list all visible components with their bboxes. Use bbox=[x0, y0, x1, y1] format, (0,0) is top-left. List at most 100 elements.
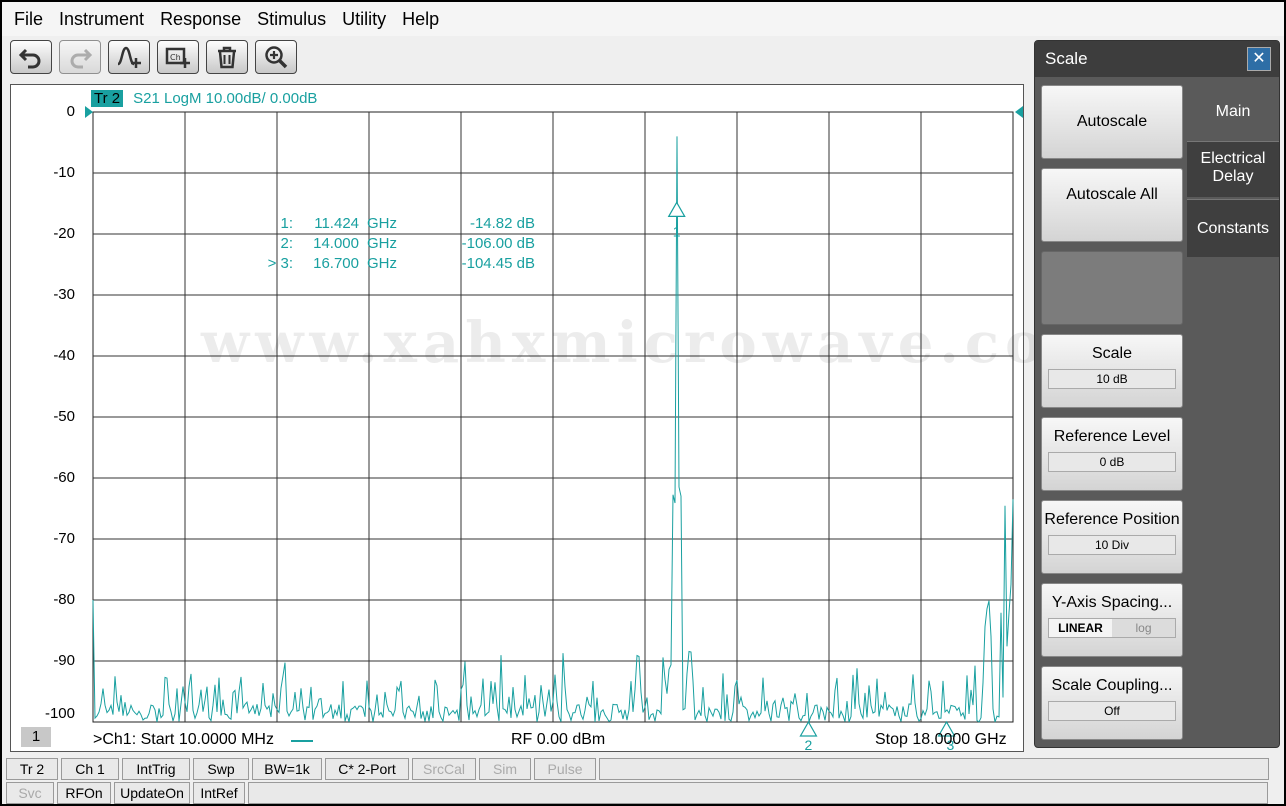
tab-electrical-delay[interactable]: Electrical Delay bbox=[1187, 141, 1279, 197]
marker-readout-table: 1: 11.424 GHz -14.82 dB 2: 14.000 GHz -106.00 d… bbox=[251, 213, 535, 273]
marker-add-icon bbox=[117, 46, 141, 68]
linear-option[interactable]: LINEAR bbox=[1049, 619, 1112, 637]
menu-bar: File Instrument Response Stimulus Utilit… bbox=[2, 2, 1284, 36]
trace-title[interactable]: Tr 2 S21 LogM 10.00dB/ 0.00dB bbox=[91, 90, 317, 107]
menu-utility[interactable]: Utility bbox=[334, 2, 394, 36]
add-marker-button[interactable] bbox=[108, 40, 150, 74]
close-icon[interactable]: ✕ bbox=[1247, 47, 1271, 71]
measurement-plot[interactable]: 123 Tr 2 S21 LogM 10.00dB/ 0.00dB 0 -10 -2… bbox=[10, 84, 1108, 752]
marker-frequency: 16.700 bbox=[313, 254, 359, 272]
delete-button[interactable] bbox=[206, 40, 248, 74]
marker-readout-row[interactable]: 2: 14.000 GHz -106.00 dB bbox=[251, 233, 535, 253]
marker-frequency: 11.424 bbox=[314, 214, 359, 232]
y-tick-label: -50 bbox=[53, 408, 75, 425]
marker-value: -14.82 dB bbox=[469, 214, 535, 232]
autoscale-button[interactable]: Autoscale bbox=[1041, 85, 1183, 159]
menu-help[interactable]: Help bbox=[394, 2, 447, 36]
y-tick-label: 0 bbox=[66, 103, 75, 120]
y-tick-label: -80 bbox=[53, 591, 75, 608]
rf-power[interactable]: RF 0.00 dBm bbox=[511, 731, 605, 749]
scale-button[interactable]: Scale 10 dB bbox=[1041, 334, 1183, 408]
reference-level-value[interactable]: 0 dB bbox=[1048, 452, 1176, 472]
log-option[interactable]: log bbox=[1112, 619, 1175, 637]
scale-coupling-button[interactable]: Scale Coupling... Off bbox=[1041, 666, 1183, 740]
blank-softkey[interactable] bbox=[1041, 251, 1183, 325]
status-sim[interactable]: Sim bbox=[479, 758, 531, 780]
marker-value: -106.00 dB bbox=[461, 234, 535, 252]
autoscale-all-button[interactable]: Autoscale All bbox=[1041, 168, 1183, 242]
y-tick-label: -30 bbox=[53, 286, 75, 303]
marker-unit: GHz bbox=[367, 214, 397, 232]
reference-position-value[interactable]: 10 Div bbox=[1048, 535, 1176, 555]
status-pulse[interactable]: Pulse bbox=[534, 758, 596, 780]
scale-coupling-value[interactable]: Off bbox=[1048, 701, 1176, 721]
trace-legend-line bbox=[291, 740, 313, 742]
undo-icon bbox=[18, 48, 41, 69]
reference-position-label: Reference Position bbox=[1044, 511, 1180, 528]
status-bw-1k[interactable]: BW=1k bbox=[252, 758, 322, 780]
status-updateon[interactable]: UpdateOn bbox=[114, 782, 190, 804]
y-axis-spacing-label: Y-Axis Spacing... bbox=[1051, 594, 1173, 611]
tab-main[interactable]: Main bbox=[1187, 85, 1279, 139]
y-tick-label: -90 bbox=[53, 652, 75, 669]
redo-icon bbox=[70, 48, 93, 69]
status-svc[interactable]: Svc bbox=[6, 782, 54, 804]
y-tick-label: -40 bbox=[53, 347, 75, 364]
y-tick-label: -60 bbox=[53, 469, 75, 486]
scale-value[interactable]: 10 dB bbox=[1048, 369, 1176, 389]
menu-file[interactable]: File bbox=[6, 2, 51, 36]
marker-triangle bbox=[667, 201, 686, 218]
status-inttrig[interactable]: IntTrig bbox=[122, 758, 190, 780]
status-tr-2[interactable]: Tr 2 bbox=[6, 758, 58, 780]
reference-position-button[interactable]: Reference Position 10 Div bbox=[1041, 500, 1183, 574]
trace-chip[interactable]: Tr 2 bbox=[91, 90, 124, 107]
y-tick-label: -10 bbox=[53, 164, 75, 181]
reference-arrow-right bbox=[1015, 106, 1023, 118]
menu-instrument[interactable]: Instrument bbox=[51, 2, 152, 36]
status-c-2-port[interactable]: C* 2-Port bbox=[325, 758, 409, 780]
y-axis-spacing-button[interactable]: Y-Axis Spacing... LINEAR log bbox=[1041, 583, 1183, 657]
marker-readout-row[interactable]: > 3: 16.700 GHz -104.45 dB bbox=[251, 253, 535, 273]
watermark-text: www.xahxmicrowave.com bbox=[201, 310, 1114, 376]
status-ch-1[interactable]: Ch 1 bbox=[61, 758, 119, 780]
status-intref[interactable]: IntRef bbox=[193, 782, 245, 804]
marker-readout-row[interactable]: 1: 11.424 GHz -14.82 dB bbox=[251, 213, 535, 233]
menu-response[interactable]: Response bbox=[152, 2, 249, 36]
channel-badge[interactable]: 1 bbox=[21, 727, 51, 747]
trace-description: S21 LogM 10.00dB/ 0.00dB bbox=[133, 90, 318, 107]
start-frequency[interactable]: >Ch1: Start 10.0000 MHz bbox=[93, 731, 274, 749]
add-channel-button[interactable]: Ch bbox=[157, 40, 199, 74]
marker-id: 2: bbox=[280, 234, 293, 252]
marker-unit: GHz bbox=[367, 254, 397, 272]
reference-level-label: Reference Level bbox=[1053, 428, 1171, 445]
redo-button[interactable] bbox=[59, 40, 101, 74]
reference-level-button[interactable]: Reference Level 0 dB bbox=[1041, 417, 1183, 491]
vna-window: File Instrument Response Stimulus Utilit… bbox=[0, 0, 1286, 806]
status-srccal[interactable]: SrcCal bbox=[412, 758, 476, 780]
y-axis-spacing-toggle[interactable]: LINEAR log bbox=[1048, 618, 1176, 638]
toolbar: Ch bbox=[10, 40, 297, 76]
status-filler bbox=[248, 782, 1268, 804]
marker-value: -104.45 dB bbox=[461, 254, 535, 272]
svg-text:Ch: Ch bbox=[170, 53, 181, 62]
menu-stimulus[interactable]: Stimulus bbox=[249, 2, 334, 36]
panel-title: Scale bbox=[1035, 41, 1279, 77]
zoom-button[interactable] bbox=[255, 40, 297, 74]
trace-chart[interactable]: 12 3 bbox=[11, 85, 1023, 751]
trash-icon bbox=[218, 46, 236, 69]
scale-coupling-label: Scale Coupling... bbox=[1051, 677, 1173, 694]
undo-button[interactable] bbox=[10, 40, 52, 74]
marker-id: > 3: bbox=[267, 254, 293, 272]
y-tick-label: -100 bbox=[44, 705, 75, 722]
scale-panel: Scale ✕ Main Electrical Delay Constants … bbox=[1034, 40, 1280, 748]
status-bar-bottom: Svc RFOn UpdateOn IntRef bbox=[6, 782, 1268, 804]
plot-footer: 1 >Ch1: Start 10.0000 MHz RF 0.00 dBm St… bbox=[11, 725, 1023, 751]
status-filler bbox=[599, 758, 1269, 780]
tab-constants[interactable]: Constants bbox=[1187, 199, 1279, 257]
marker-frequency: 14.000 bbox=[313, 234, 359, 252]
status-swp[interactable]: Swp bbox=[193, 758, 249, 780]
channel-add-icon: Ch bbox=[165, 47, 190, 68]
stop-frequency[interactable]: Stop 18.0000 GHz bbox=[875, 731, 1007, 749]
marker-flag-label: 1 bbox=[673, 223, 681, 239]
status-rfon[interactable]: RFOn bbox=[57, 782, 111, 804]
